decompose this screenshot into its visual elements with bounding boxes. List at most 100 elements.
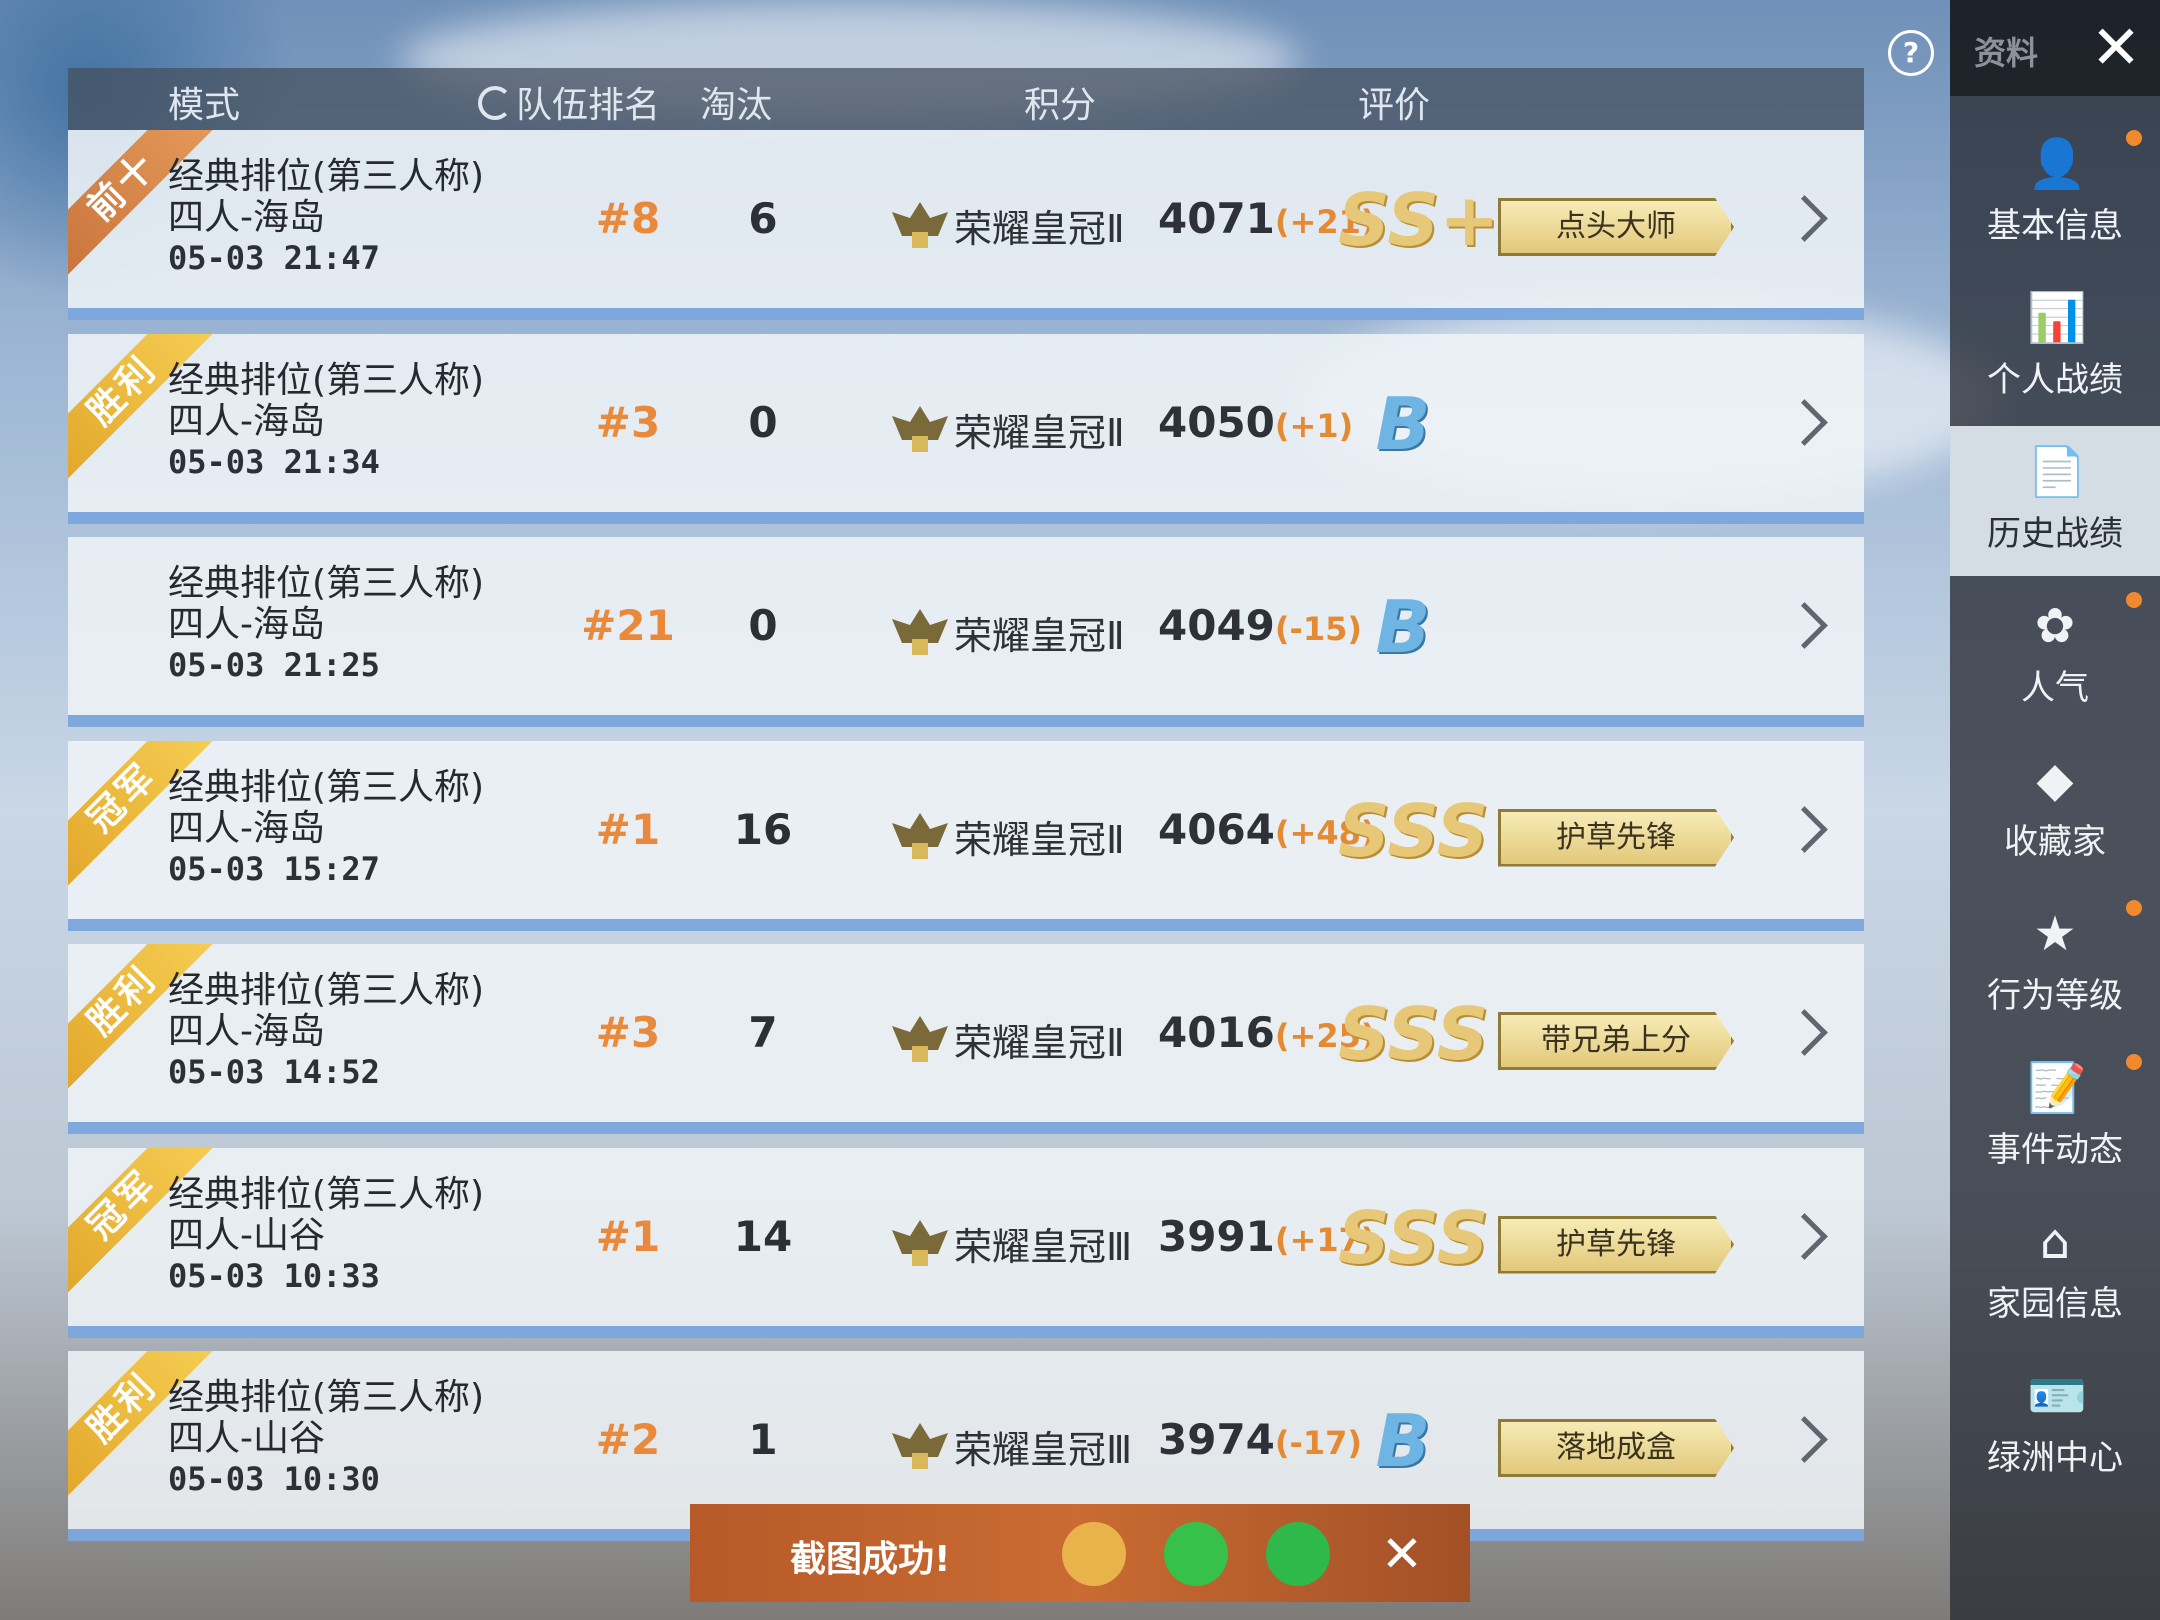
crown-tier-icon [892,1219,948,1266]
rating-grade: SSS [1338,1195,1489,1280]
team-rank: #21 [581,601,675,650]
chevron-right-icon[interactable] [1781,195,1828,242]
match-date: 05-03 14:52 [168,1053,380,1091]
tier-name: 荣耀皇冠Ⅱ [954,410,1125,455]
match-row[interactable]: 胜利 经典排位(第三人称) 四人-海岛 05-03 21:34 #3 0 荣耀皇… [68,333,1864,524]
moments-share-icon[interactable] [1266,1522,1330,1586]
mode-name: 经典排位(第三人称) [168,1173,485,1215]
behavior-icon: ★ [2033,906,2077,962]
sidebar-item-label: 个人战绩 [1987,360,2123,400]
events-icon: 📝 [2027,1060,2087,1116]
match-mode-info: 经典排位(第三人称) 四人-海岛 05-03 21:34 [168,360,484,483]
match-mode-info: 经典排位(第三人称) 四人-海岛 05-03 21:25 [168,563,484,686]
mode-name: 经典排位(第三人称) [168,563,485,604]
score: 4049(-15) [1158,601,1362,650]
match-title-badge[interactable]: 点头大师 [1498,198,1734,256]
match-row[interactable]: 经典排位(第三人称) 四人-海岛 05-03 21:25 #21 0 荣耀皇冠Ⅱ… [68,537,1864,727]
sidebar-item[interactable]: ★ 行为等级 [1950,888,2160,1038]
sidebar-item[interactable]: 📝 事件动态 [1950,1042,2160,1192]
match-mode-info: 经典排位(第三人称) 四人-海岛 05-03 14:52 [168,970,484,1093]
map-name: 四人-海岛 [168,197,325,238]
rating-grade: B [1375,381,1431,466]
chevron-right-icon[interactable] [1781,1009,1828,1056]
help-icon[interactable]: ? [1888,30,1934,76]
chevron-right-icon[interactable] [1781,398,1828,446]
map-name: 四人-海岛 [168,807,325,849]
match-title-badge[interactable]: 落地成盒 [1498,1419,1734,1477]
popularity-icon: ✿ [2034,598,2076,654]
close-icon[interactable]: ✕ [2086,18,2146,78]
crown-tier-icon [892,202,948,248]
profile-sidebar: 资料 ✕ 👤 基本信息 📊 个人战绩 📄 历史战绩 ✿ 人气 ◆ 收藏家 ★ 行… [1950,0,2160,1620]
sidebar-item[interactable]: 📊 个人战绩 [1950,272,2160,422]
match-row[interactable]: 冠军 经典排位(第三人称) 四人-山谷 05-03 10:33 #1 14 荣耀… [68,1147,1864,1338]
header-team-rank[interactable]: 队伍排名 [478,76,660,128]
toast-message: 截图成功! [790,1539,951,1580]
notification-dot [2126,1054,2142,1070]
mode-name: 经典排位(第三人称) [168,766,485,808]
refresh-icon[interactable] [478,86,512,120]
sidebar-item-label: 人气 [2021,668,2089,708]
collector-icon: ◆ [2036,752,2074,808]
sidebar-item-label: 家园信息 [1987,1284,2123,1324]
match-row[interactable]: 胜利 经典排位(第三人称) 四人-海岛 05-03 14:52 #3 7 荣耀皇… [68,944,1864,1134]
match-title-badge[interactable]: 护草先锋 [1498,1215,1734,1274]
rating-grade: SSS [1338,788,1489,873]
team-rank: #1 [595,804,661,854]
score-value: 4071 [1158,194,1275,243]
chevron-right-icon[interactable] [1781,805,1828,853]
mode-name: 经典排位(第三人称) [168,156,485,197]
match-mode-info: 经典排位(第三人称) 四人-海岛 05-03 15:27 [168,767,484,890]
score-value: 4050 [1158,397,1275,447]
eliminations: 6 [748,194,778,243]
notification-dot [2126,900,2142,916]
eliminations: 14 [733,1211,793,1261]
match-date: 05-03 21:25 [168,646,380,684]
eliminations: 1 [748,1415,778,1464]
map-name: 四人-山谷 [168,1418,325,1459]
eliminations: 0 [748,601,778,650]
chevron-right-icon[interactable] [1781,1416,1828,1463]
sidebar-item[interactable]: 🪪 绿洲中心 [1950,1350,2160,1500]
rating-grade: SSS [1338,992,1489,1076]
crown-tier-icon [892,1016,948,1062]
sidebar-item[interactable]: 📄 历史战绩 [1950,426,2160,576]
match-title-badge[interactable]: 护草先锋 [1498,808,1734,867]
notification-dot [2126,130,2142,146]
stats-icon: 📊 [2027,290,2087,346]
qq-share-icon[interactable] [1062,1522,1126,1586]
home-icon: ⌂ [2039,1214,2071,1270]
sidebar-item[interactable]: ◆ 收藏家 [1950,734,2160,884]
map-name: 四人-海岛 [168,1011,325,1052]
wechat-share-icon[interactable] [1164,1522,1228,1586]
match-row[interactable]: 前十 经典排位(第三人称) 四人-海岛 05-03 21:47 #8 6 荣耀皇… [68,130,1864,320]
sidebar-item[interactable]: ⌂ 家园信息 [1950,1196,2160,1346]
header-eliminations: 淘汰 [700,85,773,126]
score: 3974(-17) [1158,1415,1362,1464]
eliminations: 16 [733,804,793,854]
tier-name: 荣耀皇冠Ⅲ [954,1428,1133,1472]
sidebar-item[interactable]: ✿ 人气 [1950,580,2160,730]
sidebar-item-label: 历史战绩 [1987,514,2123,554]
header-team-rank-label: 队伍排名 [516,85,661,126]
score-value: 4064 [1158,804,1275,854]
sidebar-item-label: 基本信息 [1987,206,2123,246]
crown-tier-icon [892,812,948,859]
crown-tier-icon [892,609,948,655]
match-row[interactable]: 冠军 经典排位(第三人称) 四人-海岛 05-03 15:27 #1 16 荣耀… [68,740,1864,931]
sidebar-item-label: 行为等级 [1987,976,2123,1016]
map-name: 四人-山谷 [168,1214,325,1256]
chevron-right-icon[interactable] [1781,602,1828,649]
match-mode-info: 经典排位(第三人称) 四人-山谷 05-03 10:33 [168,1174,484,1297]
toast-close-icon[interactable]: ✕ [1370,1522,1434,1586]
header-rating: 评价 [1358,85,1431,126]
table-header: 模式 队伍排名 淘汰 积分 评价 [68,68,1864,130]
score-value: 3991 [1158,1211,1275,1261]
profile-icon: 👤 [2027,136,2087,192]
sidebar-item[interactable]: 👤 基本信息 [1950,118,2160,268]
screenshot-toast: 截图成功! ✕ [690,1504,1470,1602]
crown-tier-icon [892,1423,948,1469]
match-title-badge[interactable]: 带兄弟上分 [1498,1012,1734,1070]
chevron-right-icon[interactable] [1781,1212,1828,1260]
sidebar-header: 资料 ✕ [1950,0,2160,96]
